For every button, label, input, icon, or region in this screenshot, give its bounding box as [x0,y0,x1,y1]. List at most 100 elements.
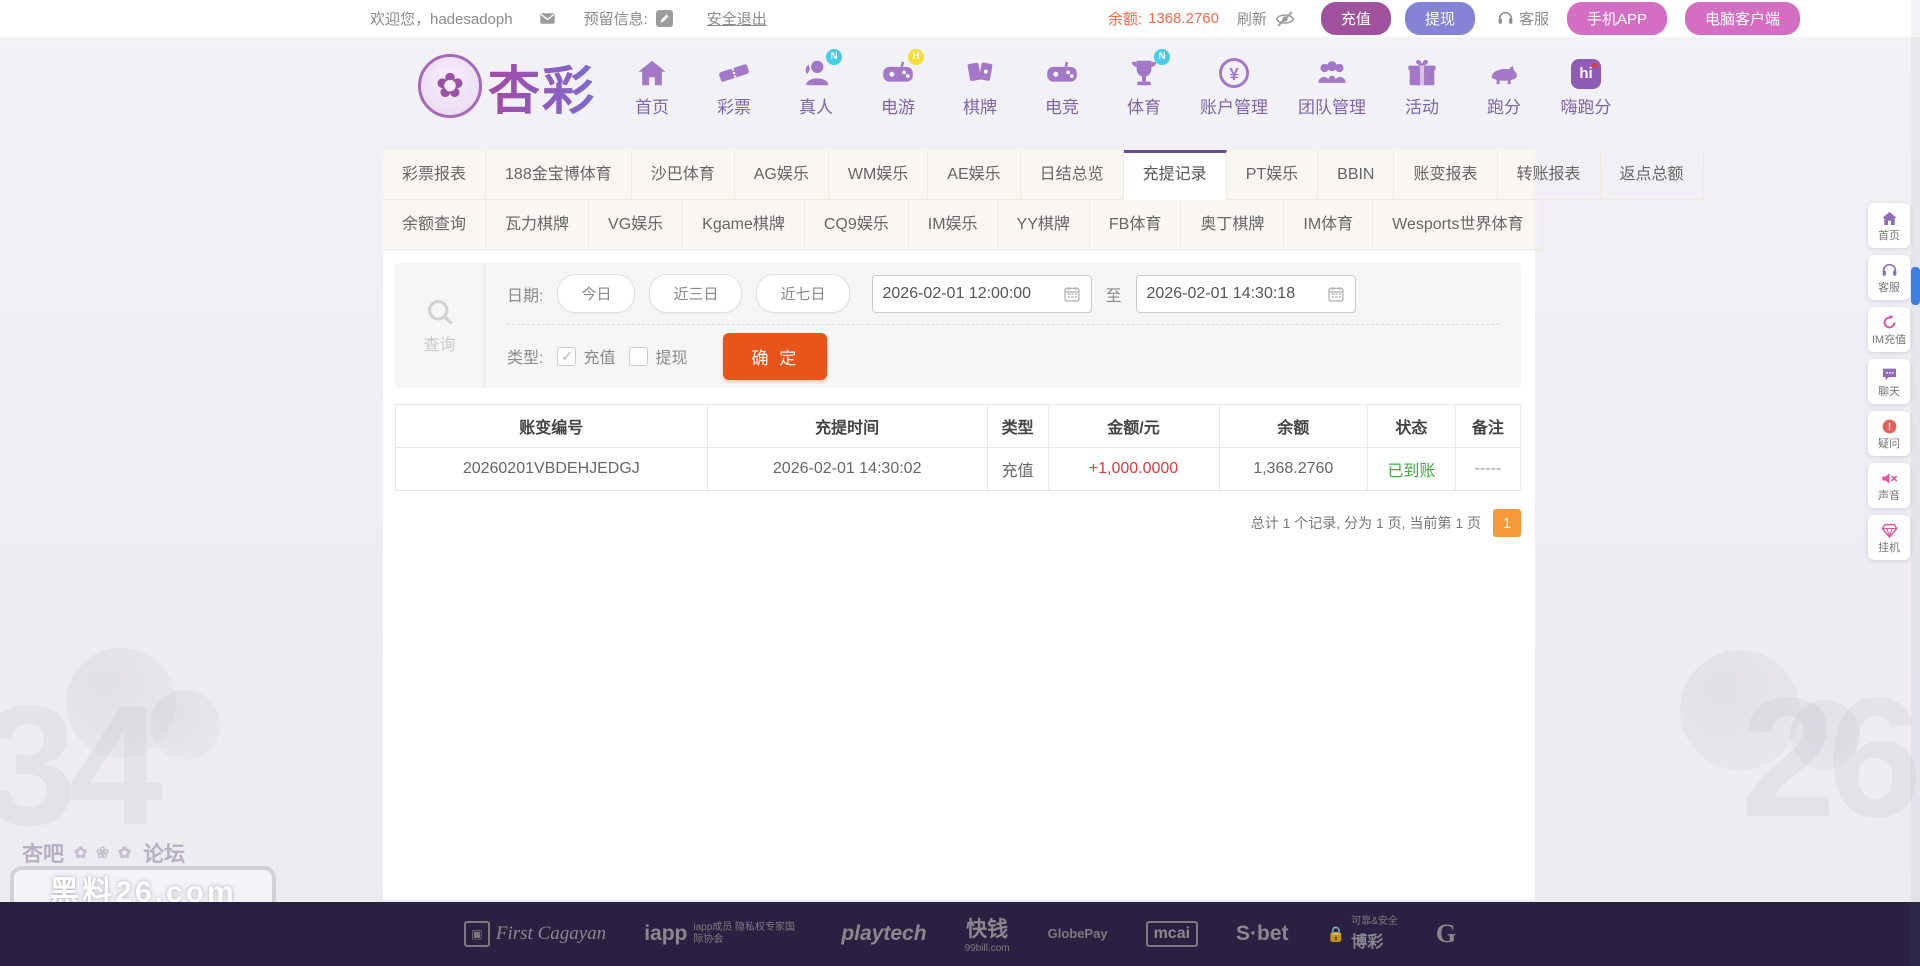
float-sound[interactable]: 声音 [1868,463,1910,508]
decor-ball [150,690,220,760]
home-icon [636,57,668,89]
edit-reserved-button[interactable] [656,10,673,27]
checkbox-withdraw-box-unchecked[interactable] [629,347,648,366]
forum-watermark-right: 论坛 [143,838,185,868]
tab-wali-qipai[interactable]: 瓦力棋牌 [486,200,589,250]
nav-item-esports[interactable]: 电竞 [1036,55,1088,118]
footer-logo-globepay: GlobePay [1048,928,1108,940]
pagination: 总计 1 个记录, 分为 1 页, 当前第 1 页 1 [383,509,1521,537]
date-from-field[interactable] [872,275,1092,313]
tab-zhangbian-baobiao[interactable]: 账变报表 [1394,150,1497,200]
tab-kgame-qipai[interactable]: Kgame棋牌 [683,200,805,250]
flower-flourish-icon: ✿ ❀ ✿ [74,843,133,863]
footer-logo-iapp: iapp iapp成员 隐私权专家国际协会 [644,922,803,946]
float-idle[interactable]: 挂机 [1868,515,1910,560]
nav-item-sports[interactable]: N 体育 [1118,55,1170,118]
scrollbar-thumb[interactable] [1911,267,1920,305]
home-icon [1881,210,1898,227]
welcome-text: 欢迎您，hadesadoph [370,8,513,29]
tab-wesports[interactable]: Wesports世界体育 [1373,200,1543,250]
tab-pt-yule[interactable]: PT娱乐 [1227,150,1318,200]
site-header: ✿ 杏彩 首页 彩票 N 真人 H 电游 棋牌 电竞 [0,37,1920,135]
tab-caipiao-baobiao[interactable]: 彩票报表 [383,150,486,200]
headset-icon [1881,262,1898,279]
tab-wm-yule[interactable]: WM娱乐 [829,150,928,200]
nav-item-home[interactable]: 首页 [626,55,678,118]
date-from-input[interactable] [883,285,1055,303]
nav-item-account[interactable]: 账户管理 [1200,55,1268,118]
tab-ag-yule[interactable]: AG娱乐 [735,150,829,200]
date-to-input[interactable] [1147,285,1319,303]
nav-item-live[interactable]: N 真人 [790,55,842,118]
logout-link[interactable]: 安全退出 [707,8,767,29]
withdraw-button[interactable]: 提现 [1405,2,1475,35]
deposit-button[interactable]: 充值 [1321,2,1391,35]
float-service[interactable]: 客服 [1868,255,1910,300]
gift-icon [1406,57,1438,89]
tab-chongti-jilu-active[interactable]: 充提记录 [1124,150,1227,200]
nav-item-paofen[interactable]: 跑分 [1478,55,1530,118]
lock-icon: 🔒 [1327,925,1346,943]
tab-shaba-tiyu[interactable]: 沙巴体育 [632,150,735,200]
refresh-balance-link[interactable]: 刷新 [1237,8,1267,29]
nav-item-lottery[interactable]: 彩票 [708,55,760,118]
brand-logo[interactable]: ✿ 杏彩 [418,49,596,124]
calendar-icon[interactable] [1327,285,1345,303]
date-to-field[interactable] [1136,275,1356,313]
page-scrollbar[interactable] [1911,0,1920,966]
nav-item-cards[interactable]: 棋牌 [954,55,1006,118]
tab-fb-tiyu[interactable]: FB体育 [1090,200,1181,250]
tab-row-1: 彩票报表 188金宝博体育 沙巴体育 AG娱乐 WM娱乐 AE娱乐 日结总览 充… [383,150,1535,200]
tab-ae-yule[interactable]: AE娱乐 [928,150,1020,200]
footer-logo-playtech: playtech [841,922,926,946]
checkbox-deposit[interactable]: ✓ 充值 [557,344,615,368]
nav-item-team[interactable]: 团队管理 [1298,55,1366,118]
tab-yue-chaxun[interactable]: 余额查询 [383,200,486,250]
eye-off-icon[interactable] [1275,9,1295,29]
customer-service-link[interactable]: 客服 [1497,8,1549,29]
tab-aoding-qipai[interactable]: 奥丁棋牌 [1181,200,1284,250]
float-question[interactable]: 疑问 [1868,411,1910,456]
nav-item-slots[interactable]: H 电游 [872,55,924,118]
mail-icon[interactable] [539,10,556,27]
mobile-app-button[interactable]: 手机APP [1567,2,1667,35]
preset-3days-button[interactable]: 近三日 [649,274,742,313]
page-1-button[interactable]: 1 [1493,509,1521,537]
footer-logo-bocai: 🔒 可靠&安全 博彩 [1327,916,1398,952]
customer-service-label: 客服 [1519,8,1549,29]
tab-188jinbaobo-tiyu[interactable]: 188金宝博体育 [486,150,632,200]
tab-zhuanzhang-baobiao[interactable]: 转账报表 [1498,150,1601,200]
col-header-amount: 金额/元 [1048,405,1219,448]
float-chat[interactable]: 聊天 [1868,359,1910,404]
col-header-record-id: 账变编号 [396,405,708,448]
float-home[interactable]: 首页 [1868,203,1910,248]
tab-vg-yule[interactable]: VG娱乐 [589,200,683,250]
tab-im-yule[interactable]: IM娱乐 [909,200,998,250]
tab-fandian-zonge[interactable]: 返点总额 [1601,150,1704,200]
preset-today-button[interactable]: 今日 [557,274,635,313]
refresh-circle-icon [1881,314,1898,331]
tab-bbin[interactable]: BBIN [1318,150,1394,200]
checkbox-withdraw[interactable]: 提现 [629,344,687,368]
confirm-button[interactable]: 确 定 [723,333,827,380]
search-section: 查询 [395,263,485,388]
tab-cq9-yule[interactable]: CQ9娱乐 [805,200,909,250]
type-label: 类型: [507,344,543,368]
new-badge: N [1154,49,1170,65]
checkbox-deposit-box-checked[interactable]: ✓ [557,347,576,366]
footer-logo-kuaiqian: 快钱 99bill.com [965,913,1010,955]
nav-item-promos[interactable]: 活动 [1396,55,1448,118]
float-im-recharge[interactable]: IM充值 [1868,307,1910,352]
team-icon [1316,57,1348,89]
preset-7days-button[interactable]: 近七日 [756,274,849,313]
pc-client-button[interactable]: 电脑客户端 [1685,2,1800,35]
range-separator-label: 至 [1106,282,1122,306]
calendar-icon[interactable] [1063,285,1081,303]
nav-item-hi-paofen[interactable]: hi 嗨跑分 [1560,55,1612,118]
tab-yy-qipai[interactable]: YY棋牌 [998,200,1090,250]
cards-icon [964,57,996,89]
cell-time: 2026-02-01 14:30:02 [707,448,987,491]
type-filter-row: 类型: ✓ 充值 提现 确 定 [507,325,1499,387]
tab-rijie-zonglan[interactable]: 日结总览 [1021,150,1124,200]
tab-im-tiyu[interactable]: IM体育 [1284,200,1373,250]
